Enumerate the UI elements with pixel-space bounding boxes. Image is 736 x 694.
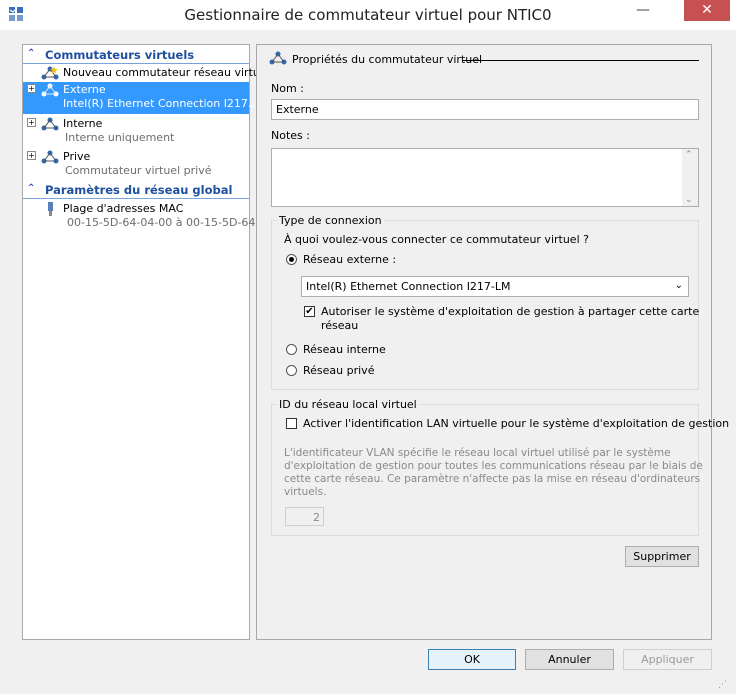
properties-panel: Propriétés du commutateur virtuel Nom : … xyxy=(256,44,729,640)
new-switch-icon xyxy=(41,66,59,80)
switch-name: Prive xyxy=(63,150,91,163)
section-global-label: Paramètres du réseau global xyxy=(45,183,233,197)
radio-private[interactable] xyxy=(286,365,297,376)
radio-internal-label: Réseau interne xyxy=(303,343,386,356)
network-switch-icon xyxy=(41,150,59,164)
vlan-id-value: 2 xyxy=(313,511,320,524)
tree-section-global[interactable]: ⌃ Paramètres du réseau global xyxy=(23,182,249,199)
vlan-legend: ID du réseau local virtuel xyxy=(277,398,419,411)
close-button[interactable]: ✕ xyxy=(684,0,730,21)
tree-item-prive[interactable]: + Prive Commutateur virtuel privé xyxy=(23,149,249,181)
expand-icon[interactable]: + xyxy=(27,118,36,127)
adapter-select[interactable]: Intel(R) Ethernet Connection I217-LM ⌄ xyxy=(301,276,689,297)
minimize-button[interactable]: — xyxy=(627,2,659,26)
title-divider xyxy=(463,60,699,61)
vlan-enable-label: Activer l'identification LAN virtuelle p… xyxy=(303,417,730,430)
connection-type-legend: Type de connexion xyxy=(277,214,384,227)
radio-private-label: Réseau privé xyxy=(303,364,375,377)
switch-detail: Commutateur virtuel privé xyxy=(65,164,212,177)
vlan-desc-line-4: virtuels. xyxy=(284,486,327,498)
expand-icon[interactable]: + xyxy=(27,151,36,160)
collapse-chevron-icon[interactable]: ⌃ xyxy=(27,48,35,59)
radio-external-label: Réseau externe : xyxy=(303,253,397,266)
switch-name: Externe xyxy=(63,83,106,96)
tree-item-interne[interactable]: + Interne Interne uniquement xyxy=(23,116,249,148)
network-switch-icon xyxy=(269,51,287,65)
remove-button[interactable]: Supprimer xyxy=(625,546,699,567)
mac-range-detail: 00-15-5D-64-04-00 à 00-15-5D-64... xyxy=(67,216,266,229)
properties-title: Propriétés du commutateur virtuel xyxy=(292,53,483,66)
vlan-enable-checkbox[interactable] xyxy=(286,418,297,429)
allow-share-label-1: Autoriser le système d'exploitation de g… xyxy=(321,305,700,318)
tree-item-externe[interactable]: + Externe Intel(R) Ethernet Connection I… xyxy=(23,82,258,114)
resize-grip-icon[interactable]: ⋰ xyxy=(718,678,732,692)
collapse-chevron-icon[interactable]: ⌃ xyxy=(27,183,35,194)
network-switch-icon xyxy=(41,83,59,97)
new-switch-label: Nouveau commutateur réseau virtuel xyxy=(63,66,270,79)
ok-button[interactable]: OK xyxy=(428,649,516,670)
allow-share-label-2: réseau xyxy=(321,319,359,332)
notes-scrollbar[interactable]: ⌃ ⌄ xyxy=(682,149,698,206)
window-title: Gestionnaire de commutateur virtuel pour… xyxy=(184,6,552,24)
name-label: Nom : xyxy=(271,82,304,95)
tree-item-mac-range[interactable]: Plage d'adresses MAC 00-15-5D-64-04-00 à… xyxy=(23,201,266,233)
notes-textarea[interactable]: ⌃ ⌄ xyxy=(271,148,699,207)
chevron-down-icon[interactable]: ⌄ xyxy=(675,280,683,291)
switch-detail: Interne uniquement xyxy=(65,131,175,144)
scroll-up-icon[interactable]: ⌃ xyxy=(685,150,693,160)
tree-section-switches[interactable]: ⌃ Commutateurs virtuels xyxy=(23,47,249,64)
adapter-value: Intel(R) Ethernet Connection I217-LM xyxy=(306,280,511,293)
notes-label: Notes : xyxy=(271,129,310,142)
vlan-desc-line-3: cette carte réseau. Ce paramètre n'affec… xyxy=(284,473,701,485)
scroll-down-icon[interactable]: ⌄ xyxy=(685,195,693,205)
name-input[interactable] xyxy=(271,99,699,120)
switch-detail: Intel(R) Ethernet Connection I217... xyxy=(63,97,259,110)
network-switch-icon xyxy=(41,117,59,131)
network-plug-icon xyxy=(41,202,59,216)
radio-external[interactable] xyxy=(286,254,297,265)
mac-range-label: Plage d'adresses MAC xyxy=(63,202,184,215)
radio-internal[interactable] xyxy=(286,344,297,355)
switch-name: Interne xyxy=(63,117,103,130)
allow-share-checkbox[interactable]: ✔ xyxy=(304,306,315,317)
switch-tree[interactable]: ⌃ Commutateurs virtuels Nouveau commutat… xyxy=(22,44,270,640)
cancel-button[interactable]: Annuler xyxy=(525,649,614,670)
tree-item-new-switch[interactable]: Nouveau commutateur réseau virtuel xyxy=(23,65,270,82)
connection-question: À quoi voulez-vous connecter ce commutat… xyxy=(284,233,589,246)
vlan-desc-line-1: L'identificateur VLAN spécifie le réseau… xyxy=(284,447,671,459)
vlan-id-input[interactable]: 2 xyxy=(285,507,324,526)
expand-icon[interactable]: + xyxy=(27,84,36,93)
section-switches-label: Commutateurs virtuels xyxy=(45,48,195,62)
apply-button[interactable]: Appliquer xyxy=(623,649,712,670)
vlan-desc-line-2: d'exploitation de gestion pour toutes le… xyxy=(284,460,703,472)
